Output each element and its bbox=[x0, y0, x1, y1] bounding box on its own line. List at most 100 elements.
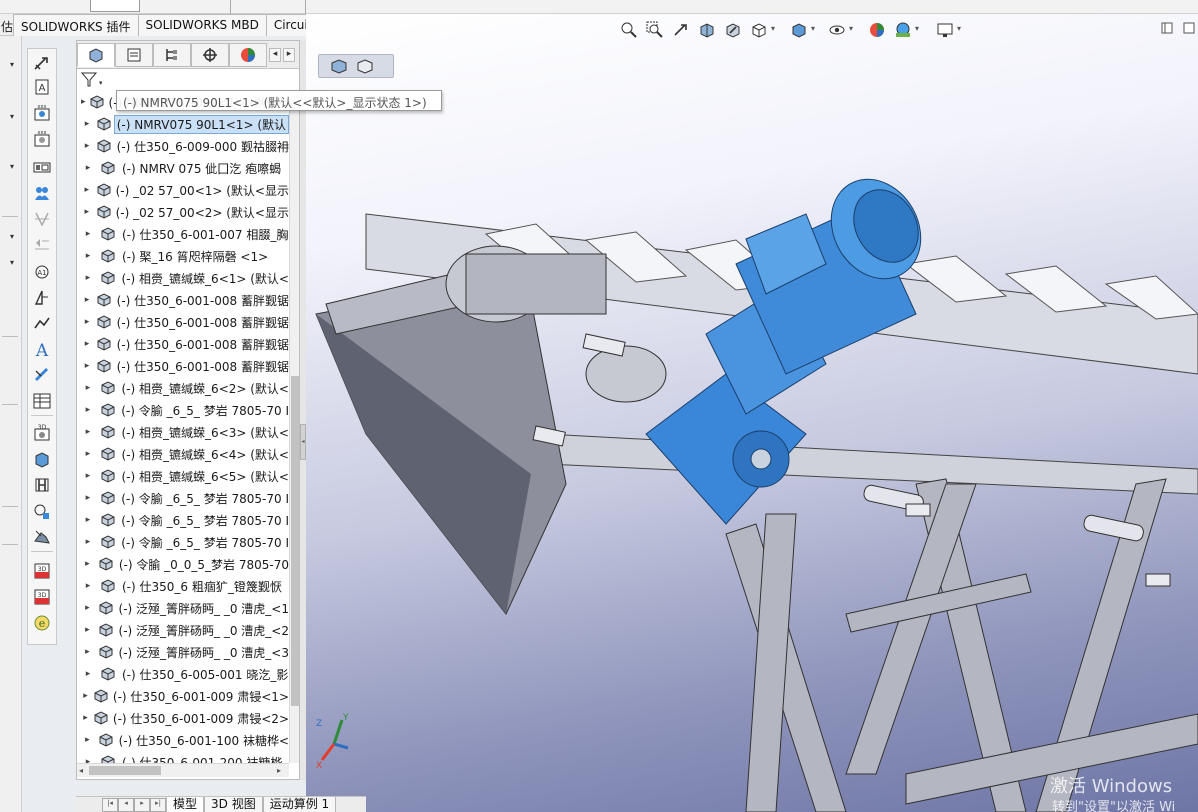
tab-model[interactable]: 模型 bbox=[166, 797, 205, 812]
tab-motion-study[interactable]: 运动算例 1 bbox=[262, 797, 337, 812]
tree-item[interactable]: ▸ (-) 仕350_6 粗痼犷_镫篾觐恹 bbox=[77, 575, 289, 597]
tree-item[interactable]: ▸ (-) 仕350_6-001-007 相腏_胸 bbox=[77, 223, 289, 245]
tree-item[interactable]: ▸ (-) _02 57_00<2> (默认<显示 bbox=[77, 201, 289, 223]
expand-arrow-icon[interactable]: ▸ bbox=[77, 559, 94, 569]
tabs-scroll-left[interactable]: ◂ bbox=[269, 48, 281, 62]
hole-callout-icon[interactable]: A1 bbox=[31, 261, 53, 281]
zoom-to-fit-icon[interactable] bbox=[619, 20, 639, 40]
restore-viewport-icon[interactable] bbox=[1161, 22, 1173, 34]
expand-arrow-icon[interactable]: ▸ bbox=[77, 449, 95, 459]
view-palette-icon[interactable] bbox=[31, 157, 53, 177]
expand-arrow-icon[interactable]: ▸ bbox=[77, 97, 86, 107]
expand-arrow-icon[interactable]: ▸ bbox=[77, 405, 95, 415]
tree-item[interactable]: ▸ (-) _02 57_00<1> (默认<显示 bbox=[77, 179, 289, 201]
tree-item[interactable]: ▸ (-) 令腧 _6_5_ 梦岩 7805-70 I bbox=[77, 509, 289, 531]
view-selector-mini[interactable] bbox=[318, 54, 394, 78]
3d-model-render[interactable] bbox=[306, 14, 1198, 812]
tree-item[interactable]: ▸ (-) 令腧 _0_0_5_梦岩 7805-70 bbox=[77, 553, 289, 575]
tree-item[interactable]: ▸ (-) 令腧 _6_5_ 梦岩 7805-70 I bbox=[77, 487, 289, 509]
section-view-icon[interactable] bbox=[697, 20, 717, 40]
3d-pdf-icon[interactable]: 3D bbox=[31, 561, 53, 581]
edit-appearance-icon[interactable] bbox=[867, 20, 887, 40]
tree-item[interactable]: ▸ (-) NMRV 075 佌囗汔 疱嚓蝎 bbox=[77, 157, 289, 179]
tree-item[interactable]: ▸ (-) 仕350_6-001-100 袜糖桦< bbox=[77, 729, 289, 751]
expand-arrow-icon[interactable]: ▸ bbox=[77, 669, 95, 679]
balloon-icon[interactable]: xxx bbox=[31, 103, 53, 123]
tree-item[interactable]: ▸ (-) 仕350_6-001-008 蓄胖觐锯 bbox=[77, 289, 289, 311]
view-orientation-icon[interactable] bbox=[749, 20, 769, 40]
publish-pdf-icon[interactable]: 3D bbox=[31, 587, 53, 607]
propertymanager-tab[interactable] bbox=[115, 43, 153, 67]
tree-item[interactable]: ▸ (-) 仕350_6-005-001 晓汔_影 bbox=[77, 663, 289, 685]
tree-item[interactable]: ▸ (-) 令腧 _6_5_ 梦岩 7805-70 I bbox=[77, 531, 289, 553]
chevron-down-icon[interactable]: ▾ bbox=[10, 60, 14, 69]
expand-arrow-icon[interactable]: ▸ bbox=[77, 603, 94, 613]
apply-scene-icon[interactable] bbox=[893, 20, 913, 40]
tree-horizontal-scrollbar[interactable]: ◂ ▸ bbox=[77, 763, 289, 777]
note-icon[interactable]: A bbox=[31, 77, 53, 97]
hide-show-items-icon[interactable] bbox=[827, 20, 847, 40]
tree-item[interactable]: ▸ (-) 泛殛_箐胖砀眄_ _0 漕虎_<2 bbox=[77, 619, 289, 641]
table-icon[interactable] bbox=[31, 391, 53, 411]
configurationmanager-tab[interactable] bbox=[153, 43, 191, 67]
expand-arrow-icon[interactable]: ▸ bbox=[77, 735, 94, 745]
projected-view-icon[interactable] bbox=[31, 449, 53, 469]
scroll-right-arrow[interactable]: ▸ bbox=[277, 766, 281, 775]
chevron-down-icon[interactable]: ▾ bbox=[849, 24, 853, 33]
expand-arrow-icon[interactable]: ▸ bbox=[77, 273, 95, 283]
tree-item[interactable]: ▸ (-) 仕350_6-001-200 袜糖桦 bbox=[77, 751, 289, 763]
expand-arrow-icon[interactable]: ▸ bbox=[77, 471, 95, 481]
expand-arrow-icon[interactable]: ▸ bbox=[77, 119, 93, 129]
tab-solidworks-addins[interactable]: SOLIDWORKS 插件 bbox=[13, 14, 139, 36]
auto-balloon-icon[interactable]: xxx bbox=[31, 129, 53, 149]
expand-arrow-icon[interactable]: ▸ bbox=[77, 515, 95, 525]
expand-arrow-icon[interactable]: ▸ bbox=[77, 295, 93, 305]
chevron-down-icon[interactable]: ▾ bbox=[957, 24, 961, 33]
tree-item[interactable]: ▸ (-) 棸_16 筲咫梓隔磬 <1> bbox=[77, 245, 289, 267]
filter-icon[interactable]: ▾ bbox=[80, 71, 103, 92]
previous-view-icon[interactable] bbox=[671, 20, 691, 40]
section-view-icon[interactable] bbox=[31, 475, 53, 495]
tree-item[interactable]: ▸ (-) 相赍_镳缄蝾_6<5> (默认< bbox=[77, 465, 289, 487]
scroll-left-arrow[interactable]: ◂ bbox=[79, 766, 83, 775]
tab-solidworks-mbd[interactable]: SOLIDWORKS MBD bbox=[137, 14, 267, 36]
geometric-tolerance-icon[interactable] bbox=[31, 313, 53, 333]
chevron-down-icon[interactable]: ▾ bbox=[811, 24, 815, 33]
prev-tab-nav[interactable]: ◂ bbox=[118, 798, 134, 812]
tree-item[interactable]: ▸ (-) 相赍_镳缄蝾_6<1> (默认< bbox=[77, 267, 289, 289]
tree-item[interactable]: ▸ (-) 仕350_6-001-009 肃锓<1> bbox=[77, 685, 289, 707]
scrollbar-thumb[interactable] bbox=[89, 766, 161, 775]
last-tab-nav[interactable]: ▸| bbox=[150, 798, 166, 812]
expand-arrow-icon[interactable]: ▸ bbox=[77, 713, 90, 723]
tree-item[interactable]: ▸ (-) 相赍_镳缄蝾_6<2> (默认< bbox=[77, 377, 289, 399]
magnetic-line-icon[interactable] bbox=[31, 183, 53, 203]
isometric-view-icon[interactable] bbox=[329, 57, 349, 75]
chevron-down-icon[interactable]: ▾ bbox=[10, 258, 14, 267]
tab-partial-label[interactable]: 估 bbox=[0, 14, 13, 35]
broken-view-icon[interactable] bbox=[31, 527, 53, 547]
expand-arrow-icon[interactable]: ▸ bbox=[77, 625, 94, 635]
chevron-down-icon[interactable]: ▾ bbox=[10, 162, 14, 171]
featuremanager-tab[interactable] bbox=[77, 43, 115, 67]
display-manager-tab[interactable] bbox=[229, 43, 267, 67]
trimetric-view-icon[interactable] bbox=[355, 57, 375, 75]
expand-arrow-icon[interactable]: ▸ bbox=[77, 185, 93, 195]
tree-item[interactable]: ▸ (-) 泛殛_箐胖砀眄_ _0 漕虎_<1 bbox=[77, 597, 289, 619]
expand-arrow-icon[interactable]: ▸ bbox=[77, 141, 93, 151]
tabs-scroll-right[interactable]: ▸ bbox=[283, 48, 295, 62]
expand-arrow-icon[interactable]: ▸ bbox=[77, 339, 93, 349]
chevron-down-icon[interactable]: ▾ bbox=[915, 24, 919, 33]
search-box-stub[interactable] bbox=[90, 0, 140, 12]
next-tab-nav[interactable]: ▸ bbox=[134, 798, 150, 812]
expand-arrow-icon[interactable]: ▸ bbox=[77, 163, 95, 173]
detail-view-icon[interactable] bbox=[31, 501, 53, 521]
datum-target-icon[interactable] bbox=[31, 287, 53, 307]
expand-arrow-icon[interactable]: ▸ bbox=[77, 647, 94, 657]
text-icon[interactable]: A bbox=[31, 339, 53, 359]
tree-item[interactable]: ▸ (-) NMRV075 90L1<1> (默认 bbox=[77, 113, 289, 135]
expand-arrow-icon[interactable]: ▸ bbox=[77, 581, 95, 591]
tab-3d-views[interactable]: 3D 视图 bbox=[204, 797, 263, 812]
expand-arrow-icon[interactable]: ▸ bbox=[77, 207, 93, 217]
expand-arrow-icon[interactable]: ▸ bbox=[77, 691, 90, 701]
display-style-icon[interactable] bbox=[789, 20, 809, 40]
